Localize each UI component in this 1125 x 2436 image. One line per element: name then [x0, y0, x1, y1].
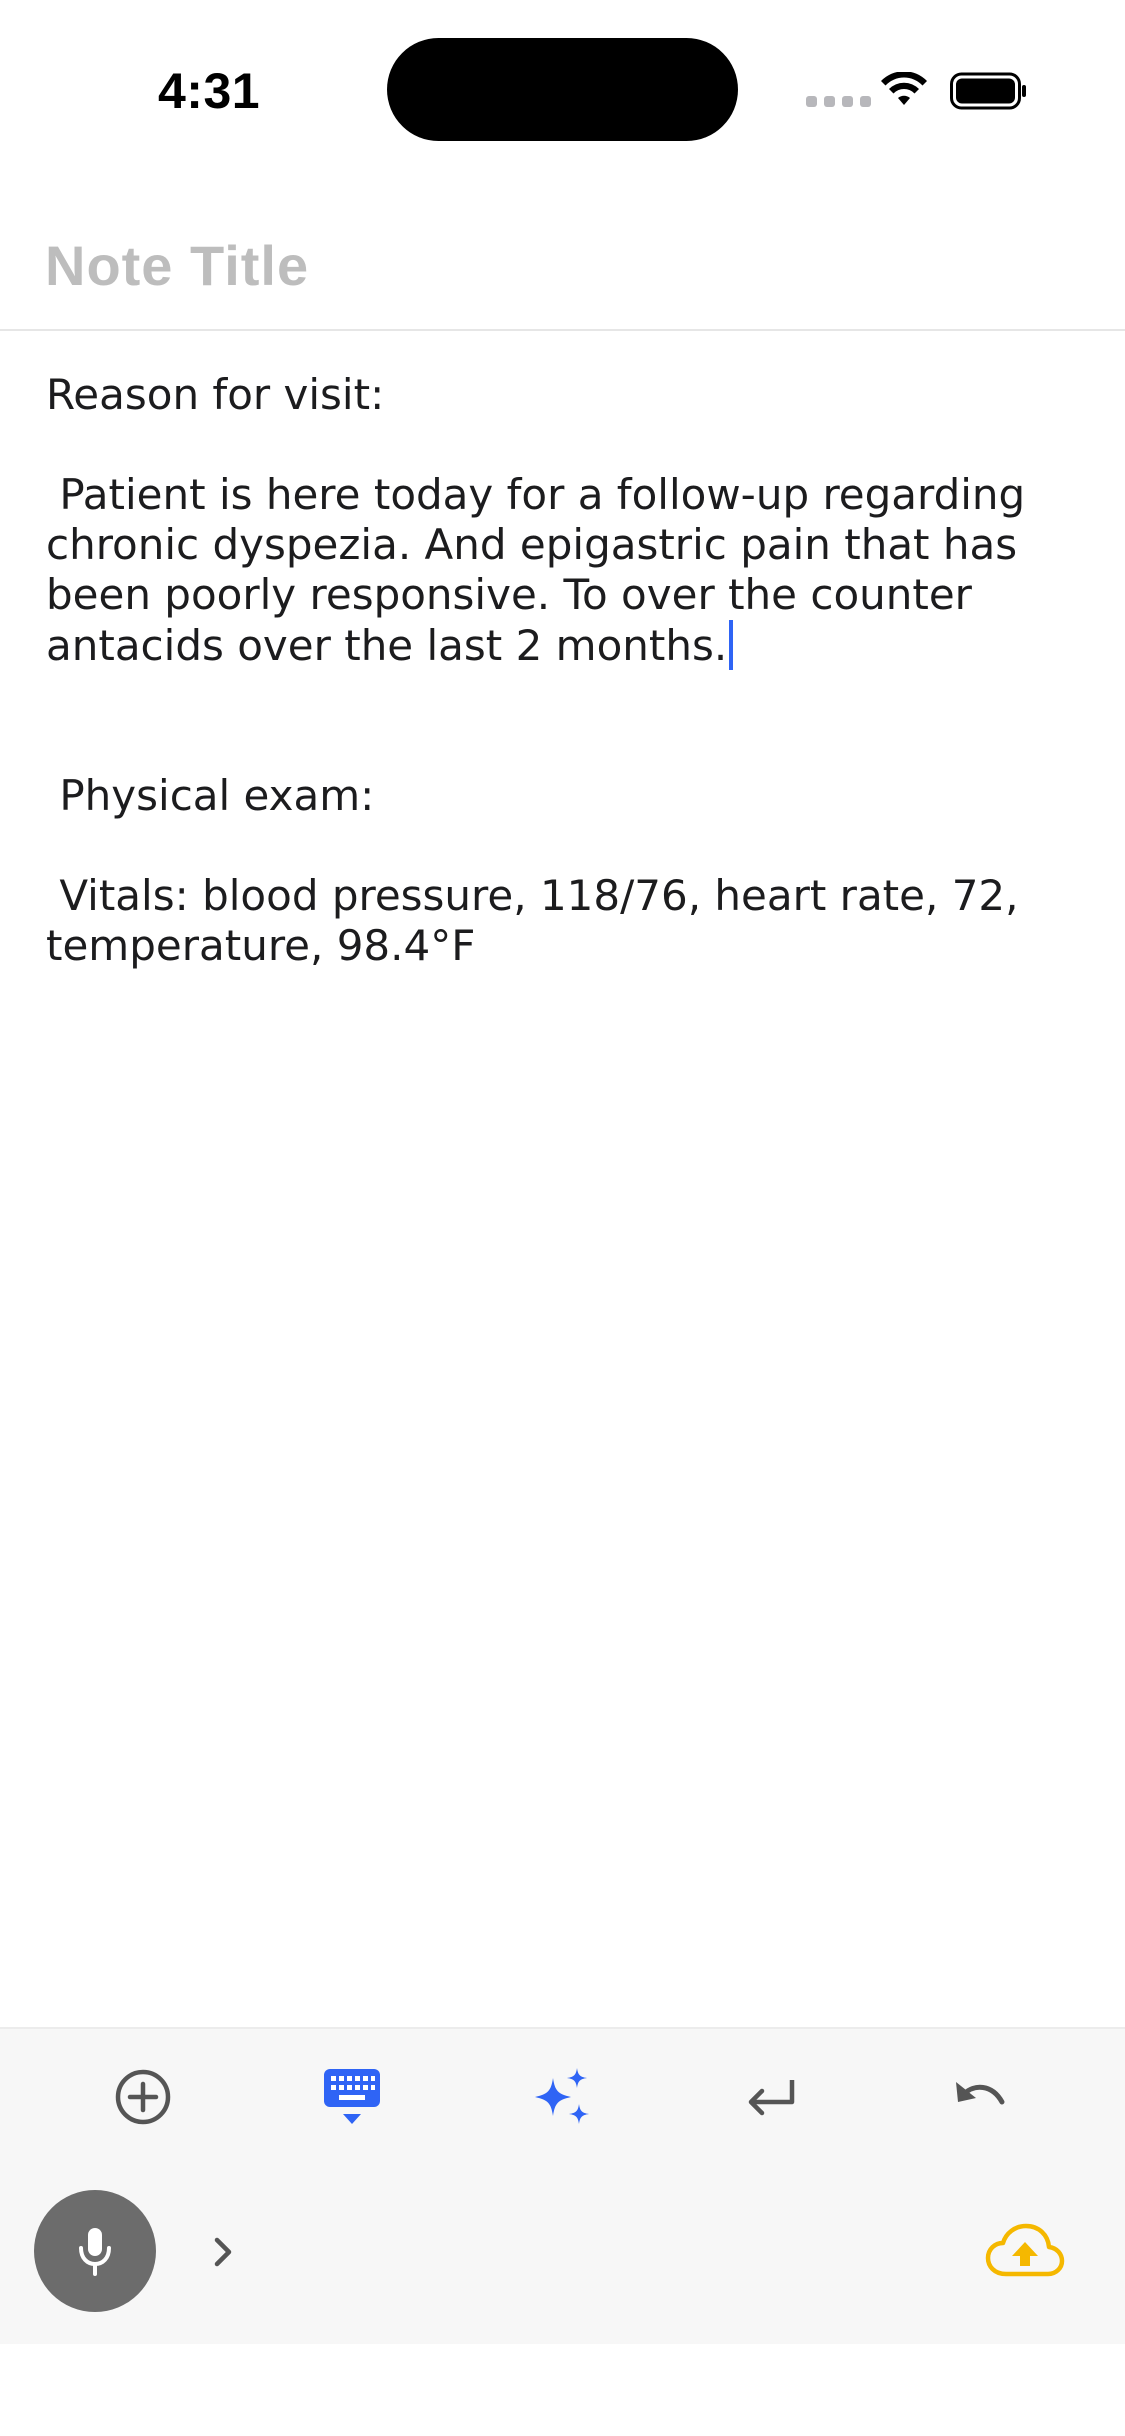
sparkles-icon: [535, 2068, 589, 2124]
note-body-editor[interactable]: Reason for visit: Patient is here today …: [46, 370, 1086, 971]
expand-button[interactable]: [198, 2222, 248, 2282]
note-paragraph: Reason for visit:: [46, 370, 385, 419]
upload-button[interactable]: [980, 2208, 1070, 2292]
keyboard-toggle-button[interactable]: [310, 2055, 394, 2139]
return-icon: [748, 2080, 795, 2116]
signal-dots-icon: [806, 96, 871, 107]
title-divider: [0, 329, 1125, 331]
note-title-input[interactable]: [45, 225, 1080, 305]
undo-icon: [956, 2082, 1005, 2105]
undo-button[interactable]: [938, 2055, 1022, 2139]
return-button[interactable]: [729, 2055, 813, 2139]
dynamic-island: [387, 38, 738, 141]
status-time: 4:31: [158, 63, 261, 119]
record-button[interactable]: [34, 2190, 156, 2312]
battery-icon: [950, 72, 1026, 110]
bottom-bar: [0, 2164, 1125, 2344]
chevron-right-icon: [214, 2237, 232, 2267]
add-button[interactable]: [101, 2055, 185, 2139]
add-circle-icon: [115, 2069, 171, 2125]
note-paragraph: Patient is here today for a follow-up re…: [46, 470, 1039, 670]
note-paragraph: Physical exam:: [46, 771, 375, 820]
microphone-icon: [79, 2228, 111, 2276]
ai-assist-button[interactable]: [520, 2055, 604, 2139]
status-bar: 4:31: [0, 0, 1125, 170]
text-cursor: [729, 620, 734, 670]
keyboard-hide-icon: [324, 2069, 380, 2124]
wifi-icon: [881, 72, 927, 105]
cloud-upload-icon: [985, 2223, 1065, 2277]
editor-toolbar: [0, 2027, 1125, 2166]
note-paragraph: Vitals: blood pressure, 118/76, heart ra…: [46, 871, 1032, 970]
